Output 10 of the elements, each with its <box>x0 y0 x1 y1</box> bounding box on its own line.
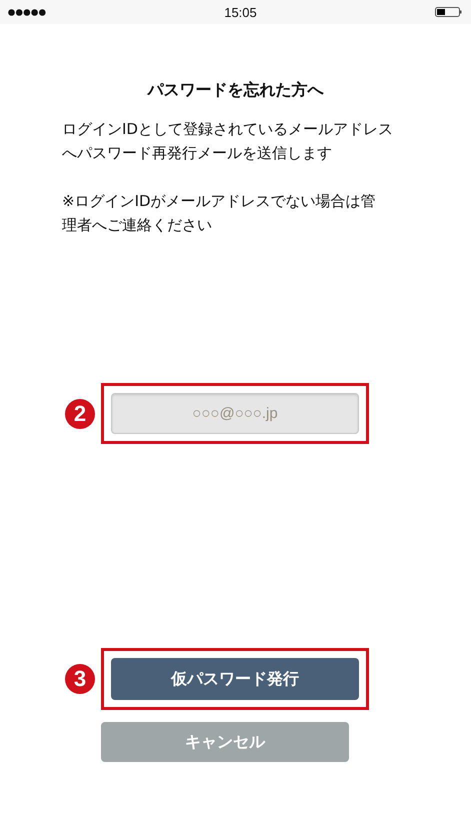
instruction-text: ログインIDとして登録されているメールアドレス へパスワード再発行メールを送信します <box>62 119 394 164</box>
callout-badge: 2 <box>65 398 95 428</box>
signal-icon <box>8 8 46 16</box>
callout-badge: 3 <box>65 664 95 694</box>
battery-icon <box>434 7 462 17</box>
issue-password-button[interactable]: 仮パスワード発行 <box>111 658 359 700</box>
status-time: 15:05 <box>224 4 257 20</box>
page-title: パスワードを忘れた方へ <box>146 79 324 101</box>
instruction-text: ※ログインIDがメールアドレスでない場合は管 理者へご連絡ください <box>62 191 377 236</box>
email-field[interactable]: ○○○@○○○.jp <box>111 393 359 434</box>
